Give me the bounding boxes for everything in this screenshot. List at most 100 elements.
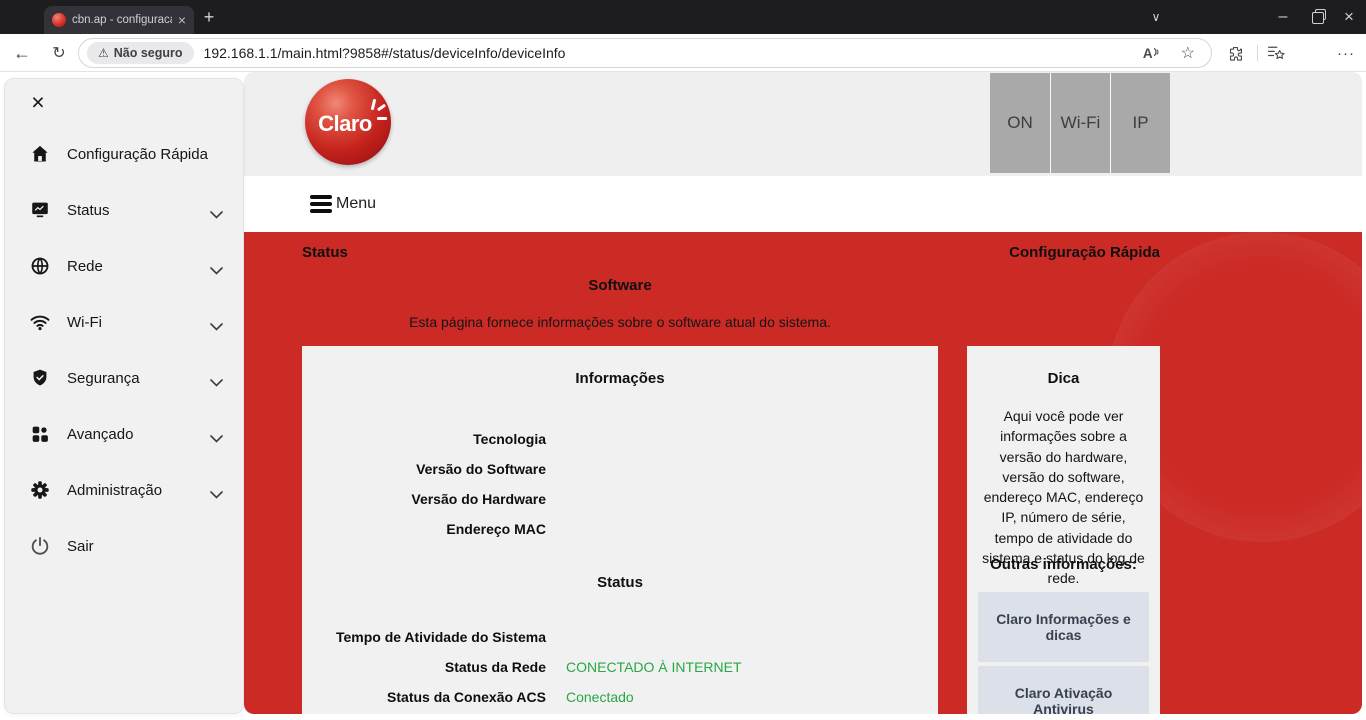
read-aloud-icon[interactable]: A <box>1143 46 1161 61</box>
browser-toolbar: ← ↻ ⚠ Não seguro 192.168.1.1/main.html?9… <box>0 34 1366 72</box>
sidebar-item-label: Status <box>67 202 110 219</box>
sidebar-item-label: Sair <box>67 538 94 555</box>
sidebar-drawer: × Configuração Rápida Status <box>4 78 244 714</box>
row-label: Status da Rede <box>302 659 546 675</box>
tip-more-title: Outras informações: <box>967 556 1160 573</box>
acs-status-value: Conectado <box>566 689 634 705</box>
logo-accent <box>377 104 386 112</box>
claro-logo-text: Claro <box>318 111 372 137</box>
security-chip[interactable]: ⚠ Não seguro <box>87 42 194 64</box>
logo-accent <box>371 99 377 110</box>
row-label: Versão do Software <box>302 461 546 477</box>
restore-icon <box>1312 12 1322 22</box>
chevron-down-icon <box>210 374 223 392</box>
main-content: Claro ON Wi-Fi IP Menu Status Configur <box>244 72 1362 720</box>
row-label: Tempo de Atividade do Sistema <box>302 629 546 645</box>
sidebar-item-label: Rede <box>67 258 103 275</box>
grid-icon <box>29 423 51 445</box>
info-row: Endereço MAC <box>302 514 938 544</box>
sidebar-item-sair[interactable]: Sair <box>5 518 243 574</box>
logo-dash <box>377 117 387 120</box>
sidebar-item-status[interactable]: Status <box>5 182 243 238</box>
extensions-icon[interactable] <box>1222 34 1248 72</box>
info-row: Versão do Software <box>302 454 938 484</box>
warning-icon: ⚠ <box>98 46 109 60</box>
sidebar-item-label: Segurança <box>67 370 140 387</box>
status-section-title: Status <box>302 574 938 591</box>
red-content-section: Status Configuração Rápida Software Esta… <box>244 232 1362 714</box>
power-icon <box>29 535 51 557</box>
claro-favicon-icon <box>52 13 66 27</box>
window-close-button[interactable]: × <box>1334 0 1364 34</box>
info-row: Tecnologia <box>302 424 938 454</box>
row-label: Endereço MAC <box>302 521 546 537</box>
chevron-down-icon <box>210 486 223 504</box>
info-card: Informações Tecnologia Versão do Softwar… <box>302 346 938 714</box>
new-tab-button[interactable]: + <box>196 4 222 30</box>
status-row: Status da Conexão ACS Conectado <box>302 682 938 712</box>
tip-card-title: Dica <box>967 370 1160 387</box>
sidebar-item-label: Administração <box>67 482 162 499</box>
chevron-down-icon <box>210 318 223 336</box>
sidebar-item-label: Configuração Rápida <box>67 146 208 163</box>
shield-check-icon <box>29 367 51 389</box>
sidebar-item-rede[interactable]: Rede <box>5 238 243 294</box>
refresh-button[interactable]: ↻ <box>45 34 73 72</box>
network-status-value: CONECTADO À INTERNET <box>566 659 742 675</box>
sidebar-item-avancado[interactable]: Avançado <box>5 406 243 462</box>
claro-info-button[interactable]: Claro Informações e dicas <box>978 592 1149 662</box>
minimize-button[interactable]: – <box>1268 0 1298 34</box>
favorites-hub-icon[interactable] <box>1262 34 1290 72</box>
sidebar-item-configuracao-rapida[interactable]: Configuração Rápida <box>5 126 243 182</box>
info-card-title: Informações <box>302 370 938 387</box>
restore-button[interactable] <box>1302 0 1332 34</box>
sidebar-item-wifi[interactable]: Wi-Fi <box>5 294 243 350</box>
claro-antivirus-button[interactable]: Claro Ativação Antivirus <box>978 666 1149 714</box>
status-row: Tempo de Atividade do Sistema <box>302 622 938 652</box>
row-label: Tecnologia <box>302 431 546 447</box>
tab-close-icon[interactable]: × <box>178 13 186 27</box>
chevron-down-icon <box>210 262 223 280</box>
row-label: Status da Conexão ACS <box>302 689 546 705</box>
sidebar-item-administracao[interactable]: Administração <box>5 462 243 518</box>
browser-menu-icon[interactable]: ··· <box>1332 34 1360 72</box>
back-button[interactable]: ← <box>8 34 36 72</box>
page-description: Esta página fornece informações sobre o … <box>302 314 938 330</box>
tip-card: Dica Aqui você pode ver informações sobr… <box>967 346 1160 714</box>
tab-title: cbn.ap - configuracao-rapida - L <box>72 14 172 26</box>
page-title: Software <box>302 277 938 294</box>
wifi-button[interactable]: Wi-Fi <box>1050 73 1110 173</box>
favorite-star-icon[interactable]: ☆ <box>1181 43 1195 63</box>
sidebar-item-label: Wi-Fi <box>67 314 102 331</box>
wifi-icon <box>29 311 51 333</box>
menu-label: Menu <box>336 195 376 213</box>
security-chip-label: Não seguro <box>114 46 183 60</box>
menu-bar[interactable]: Menu <box>244 176 1362 232</box>
address-bar[interactable]: ⚠ Não seguro 192.168.1.1/main.html?9858#… <box>78 38 1212 68</box>
status-row: Status da Rede CONECTADO À INTERNET <box>302 652 938 682</box>
monitor-icon <box>29 199 51 221</box>
tab-search-chevron-icon[interactable]: ∨ <box>1142 0 1170 34</box>
status-quick-buttons: ON Wi-Fi IP <box>990 73 1170 173</box>
on-button[interactable]: ON <box>990 73 1050 173</box>
breadcrumb-left: Status <box>302 244 348 261</box>
chevron-down-icon <box>210 430 223 448</box>
globe-icon <box>29 255 51 277</box>
sidebar-item-seguranca[interactable]: Segurança <box>5 350 243 406</box>
browser-titlebar: cbn.ap - configuracao-rapida - L × + ∨ –… <box>0 0 1366 34</box>
sidebar-item-label: Avançado <box>67 426 133 443</box>
chevron-down-icon <box>210 206 223 224</box>
breadcrumb-right: Configuração Rápida <box>1009 244 1160 261</box>
gear-icon <box>29 479 51 501</box>
drawer-close-icon[interactable]: × <box>25 89 51 115</box>
browser-tab[interactable]: cbn.ap - configuracao-rapida - L × <box>44 6 194 34</box>
url-text: 192.168.1.1/main.html?9858#/status/devic… <box>204 45 1143 61</box>
header-band: Claro ON Wi-Fi IP <box>244 72 1362 176</box>
claro-logo: Claro <box>305 79 391 165</box>
home-icon <box>29 143 51 165</box>
info-row: Versão do Hardware <box>302 484 938 514</box>
sidebar-nav: Configuração Rápida Status Rede <box>5 126 243 574</box>
row-label: Versão do Hardware <box>302 491 546 507</box>
ip-button[interactable]: IP <box>1110 73 1170 173</box>
info-rows: Tecnologia Versão do Software Versão do … <box>302 424 938 544</box>
